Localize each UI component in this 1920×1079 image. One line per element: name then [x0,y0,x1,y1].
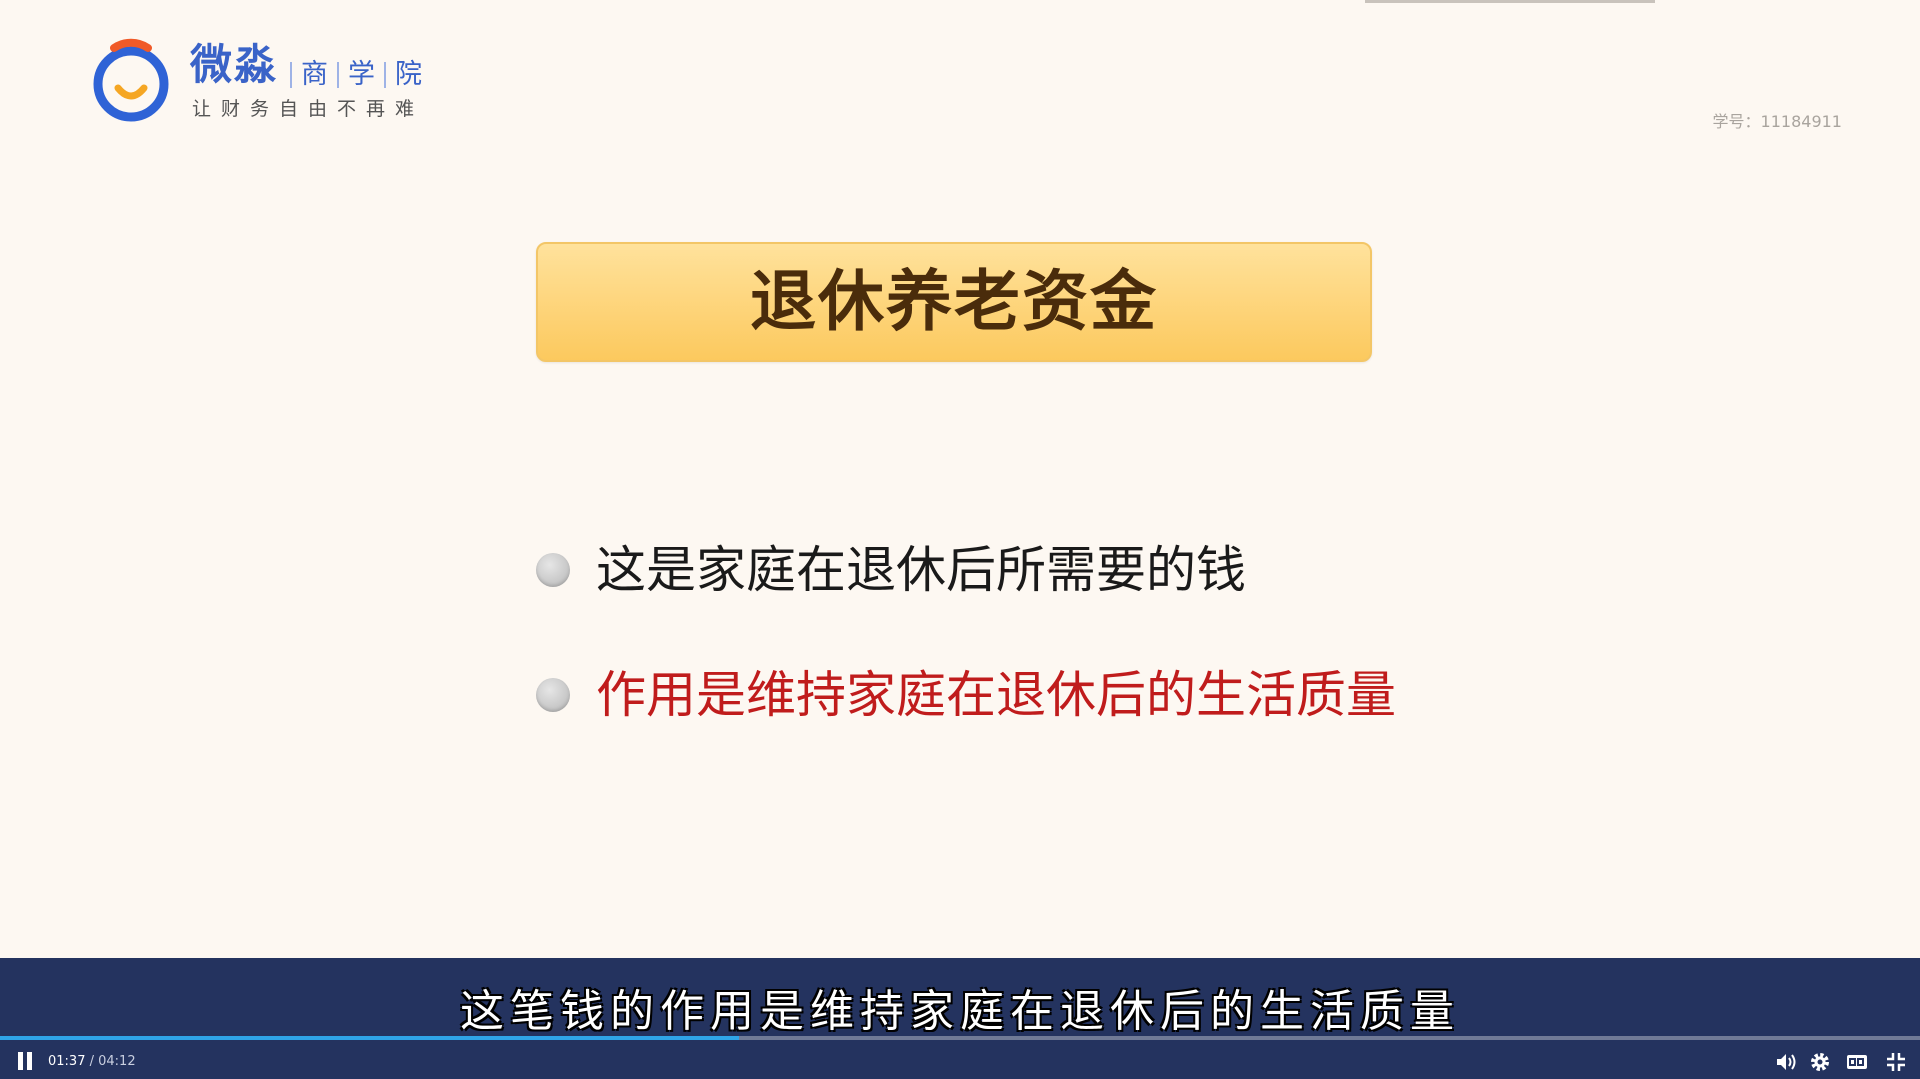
logo-sub-char: 院 [395,59,422,90]
logo-mark-icon [93,38,169,122]
gear-icon[interactable] [1808,1050,1832,1074]
pause-button[interactable] [18,1052,36,1070]
logo-sub-char: 学 [348,59,375,90]
bullet-text: 这是家庭在退休后所需要的钱 [596,541,1246,599]
top-edge-strip [1365,0,1655,3]
exit-fullscreen-icon[interactable] [1884,1050,1908,1074]
pause-icon [27,1052,32,1070]
logo-slogan: 让财务自由不再难 [192,98,425,120]
bullet-text: 作用是维持家庭在退休后的生活质量 [596,666,1396,724]
logo-separator [337,61,339,88]
bullet-dot-icon [536,678,570,712]
logo-brand: 微淼 [190,40,279,89]
logo-subtitle: 商 学 院 [290,61,422,88]
progress-bar[interactable] [0,1036,1920,1040]
bullet-dot-icon [536,553,570,587]
player-controls: 01:37 / 04:12 [0,1044,1920,1079]
logo-separator [384,61,386,88]
slide-bullet: 这是家庭在退休后所需要的钱 [536,545,1246,595]
time-display: 01:37 / 04:12 [48,1054,136,1069]
video-player[interactable]: 微淼 商 学 院 让财务自由不再难 学号：11184911 退休养老资金 这是家… [0,0,1920,1079]
company-logo: 微淼 商 学 院 让财务自由不再难 [90,34,440,130]
student-id-watermark: 学号：11184911 [1712,112,1842,131]
total-time: 04:12 [98,1054,136,1069]
time-separator: / [85,1054,99,1069]
slide-title-box: 退休养老资金 [536,242,1372,362]
logo-separator [290,61,292,88]
progress-fill [0,1036,740,1040]
captions-icon[interactable] [1845,1050,1869,1074]
video-subtitle: 这笔钱的作用是维持家庭在退休后的生活质量 [460,986,1460,1037]
slide-title: 退休养老资金 [750,263,1158,340]
slide-bullet: 作用是维持家庭在退休后的生活质量 [536,670,1396,720]
current-time: 01:37 [48,1054,86,1069]
logo-sub-char: 商 [301,59,328,90]
volume-icon[interactable] [1774,1050,1798,1074]
pause-icon [18,1052,23,1070]
